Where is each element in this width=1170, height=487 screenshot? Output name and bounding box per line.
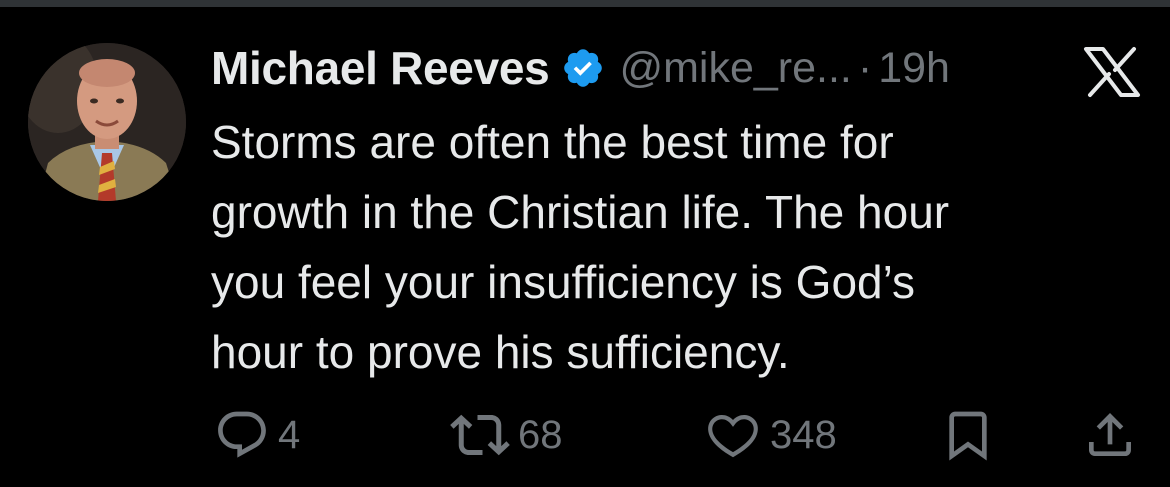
bookmark-button[interactable] bbox=[940, 400, 996, 470]
share-button[interactable] bbox=[1082, 400, 1138, 470]
tweet-text-line: Storms are often the best time for bbox=[211, 116, 894, 168]
top-divider bbox=[0, 0, 1170, 7]
reply-count: 4 bbox=[278, 412, 301, 457]
x-logo-icon bbox=[1083, 46, 1141, 98]
timestamp[interactable]: 19h bbox=[878, 44, 950, 93]
author-name[interactable]: Michael Reeves bbox=[211, 41, 550, 95]
tweet-text-line: you feel your insufficiency is God’s bbox=[211, 256, 915, 308]
reply-button[interactable]: 4 bbox=[214, 400, 300, 470]
retweet-button[interactable]: 68 bbox=[450, 400, 563, 470]
verified-badge-icon bbox=[561, 46, 605, 90]
separator-dot: · bbox=[857, 43, 873, 92]
heart-icon bbox=[704, 406, 762, 464]
tweet-text: Storms are often the best time for growt… bbox=[211, 107, 1111, 387]
like-count: 348 bbox=[770, 412, 837, 457]
share-icon bbox=[1082, 407, 1138, 463]
like-button[interactable]: 348 bbox=[704, 400, 837, 470]
tweet-text-line: growth in the Christian life. The hour bbox=[211, 186, 950, 238]
avatar-photo bbox=[28, 43, 186, 201]
tweet-header: Michael Reeves @mike_re... · 19h bbox=[211, 38, 950, 98]
tweet-actions: 4 68 348 bbox=[0, 400, 1170, 470]
retweet-icon bbox=[450, 405, 510, 465]
retweet-count: 68 bbox=[518, 412, 563, 457]
tweet-text-line: hour to prove his sufficiency. bbox=[211, 326, 790, 378]
avatar[interactable] bbox=[28, 43, 186, 201]
reply-icon bbox=[214, 407, 270, 463]
bookmark-icon bbox=[940, 407, 996, 463]
author-handle[interactable]: @mike_re... bbox=[619, 44, 851, 93]
